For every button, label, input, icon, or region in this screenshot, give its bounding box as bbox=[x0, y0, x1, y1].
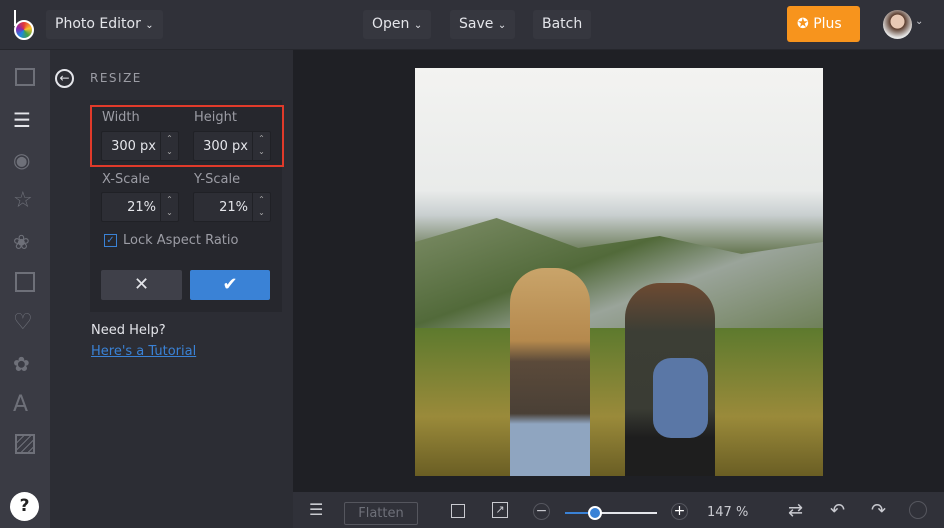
tool-rail: ☰ ◉ ☆ ❀ ♡ ✿ A ? bbox=[0, 50, 50, 528]
zoom-level: 147 % bbox=[707, 505, 749, 520]
flatten-button[interactable]: Flatten bbox=[344, 502, 418, 525]
xscale-stepper[interactable]: ⌃ ⌄ bbox=[160, 193, 178, 221]
zoom-slider[interactable] bbox=[565, 506, 657, 520]
back-icon[interactable]: ← bbox=[55, 69, 74, 88]
swap-icon[interactable]: ⇄ bbox=[788, 500, 803, 521]
lock-aspect-checkbox[interactable]: ✓ bbox=[104, 234, 117, 247]
effects-icon[interactable]: ❀ bbox=[13, 230, 37, 254]
plus-button[interactable]: ✪ Plus bbox=[787, 6, 860, 42]
zoom-in-icon[interactable]: + bbox=[671, 503, 688, 520]
width-label: Width bbox=[102, 110, 140, 125]
close-icon: ✕ bbox=[133, 274, 150, 295]
photo-canvas[interactable] bbox=[415, 68, 823, 476]
panel-title: RESIZE bbox=[90, 71, 142, 85]
yscale-stepper[interactable]: ⌃ ⌄ bbox=[252, 193, 270, 221]
height-input[interactable]: 300 px ⌃ ⌄ bbox=[193, 131, 271, 161]
fit-screen-icon[interactable] bbox=[451, 504, 465, 518]
zoom-slider-handle[interactable] bbox=[588, 506, 603, 520]
befunky-logo[interactable] bbox=[12, 10, 36, 40]
texture-icon[interactable] bbox=[15, 434, 35, 454]
layers-icon[interactable]: ☰ bbox=[309, 500, 323, 519]
chevron-down-icon: ⌄ bbox=[145, 20, 154, 31]
yscale-input[interactable]: 21% ⌃ ⌄ bbox=[193, 192, 271, 222]
photo-editor-menu[interactable]: Photo Editor ⌄ bbox=[46, 10, 163, 39]
check-icon: ✔ bbox=[222, 274, 238, 295]
badge-icon[interactable]: ✿ bbox=[13, 352, 37, 376]
text-icon[interactable]: A bbox=[13, 392, 37, 417]
star-icon: ✪ bbox=[797, 16, 809, 32]
chevron-down-icon: ⌄ bbox=[497, 20, 507, 31]
xscale-input[interactable]: 21% ⌃ ⌄ bbox=[101, 192, 179, 222]
lock-aspect-label: Lock Aspect Ratio bbox=[123, 233, 239, 248]
cancel-button[interactable]: ✕ bbox=[101, 270, 182, 300]
chevron-down-icon: ⌄ bbox=[413, 20, 423, 31]
width-input[interactable]: 300 px ⌃ ⌄ bbox=[101, 131, 179, 161]
open-button[interactable]: Open ⌄ bbox=[363, 10, 432, 39]
save-button[interactable]: Save ⌄ bbox=[450, 10, 516, 39]
height-stepper[interactable]: ⌃ ⌄ bbox=[252, 132, 270, 160]
heart-icon[interactable]: ♡ bbox=[13, 310, 37, 335]
help-title: Need Help? bbox=[91, 323, 166, 338]
batch-button[interactable]: Batch bbox=[533, 10, 592, 39]
zoom-out-icon[interactable]: − bbox=[533, 503, 550, 520]
width-stepper[interactable]: ⌃ ⌄ bbox=[160, 132, 178, 160]
star-icon[interactable]: ☆ bbox=[13, 188, 37, 213]
top-bar: Photo Editor ⌄ Open ⌄ Save ⌄ Batch ✪ Plu… bbox=[0, 0, 944, 50]
image-icon[interactable] bbox=[15, 68, 35, 86]
xscale-label: X-Scale bbox=[102, 172, 150, 187]
bottom-toolbar: ☰ Flatten ↗ − + 147 % ⇄ ↶ ↷ bbox=[293, 492, 944, 528]
sliders-icon[interactable]: ☰ bbox=[13, 108, 37, 132]
eye-icon[interactable]: ◉ bbox=[13, 148, 37, 172]
height-label: Height bbox=[194, 110, 237, 125]
tutorial-link[interactable]: Here's a Tutorial bbox=[91, 344, 196, 359]
chevron-down-icon[interactable]: ⌄ bbox=[915, 16, 923, 27]
frame-icon[interactable] bbox=[15, 272, 35, 292]
undo-icon[interactable]: ↶ bbox=[830, 500, 845, 521]
redo-icon[interactable]: ↷ bbox=[871, 500, 886, 521]
actual-size-icon[interactable]: ↗ bbox=[492, 502, 508, 518]
apply-button[interactable]: ✔ bbox=[190, 270, 270, 300]
avatar[interactable] bbox=[883, 10, 912, 39]
yscale-label: Y-Scale bbox=[194, 172, 241, 187]
help-icon[interactable]: ? bbox=[10, 492, 39, 521]
history-icon[interactable] bbox=[909, 501, 927, 519]
